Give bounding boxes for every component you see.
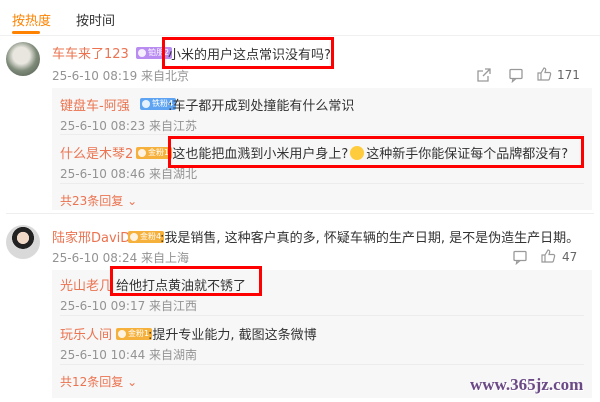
tab-time[interactable]: 按时间 <box>76 10 115 29</box>
comment-icon[interactable] <box>512 249 528 265</box>
reply-meta: 25-6-10 08:46 来自湖北 <box>60 167 198 181</box>
reply-meta: 25-6-10 09:17 来自江西 <box>60 299 198 313</box>
tab-hot[interactable]: 按热度 <box>12 10 51 29</box>
highlight-box <box>162 37 334 69</box>
reply-text: :提升专业能力, 截图这条微博 <box>148 328 317 343</box>
fan-badge: 金粉1 <box>136 147 173 159</box>
tabs-divider <box>0 35 600 36</box>
chevron-down-icon: ⌄ <box>127 375 138 389</box>
highlight-box <box>168 136 584 168</box>
share-icon[interactable] <box>476 67 492 83</box>
comment-text: :我是销售, 这种客户真的多, 怀疑车辆的生产日期, 是不是伪造生产日期。 <box>160 231 580 246</box>
comment-author[interactable]: 陆家邢DaviD <box>52 227 130 246</box>
reply-meta: 25-6-10 10:44 来自湖南 <box>60 348 198 362</box>
comment-meta: 25-6-10 08:24 来自上海 <box>52 251 190 265</box>
expand-replies-link[interactable]: 共23条回复 ⌄ <box>60 192 137 209</box>
avatar[interactable] <box>6 42 40 76</box>
comment-meta: 25-6-10 08:19 来自北京 <box>52 69 190 83</box>
reply-separator <box>60 315 584 316</box>
reply-author[interactable]: 键盘车-阿强 <box>60 95 130 114</box>
highlight-box <box>110 266 262 296</box>
like-icon[interactable] <box>540 248 556 264</box>
reply-meta: 25-6-10 08:23 来自江苏 <box>60 119 198 133</box>
like-count: 171 <box>557 68 580 82</box>
fan-badge: 金粉1 <box>116 328 153 340</box>
comment-icon[interactable] <box>508 67 524 83</box>
active-tab-underline <box>12 31 40 34</box>
sort-tabs: 按热度 按时间 <box>0 0 600 36</box>
avatar[interactable] <box>6 225 40 259</box>
comment-author[interactable]: 车车来了123 <box>52 43 129 62</box>
reply-separator <box>60 134 584 135</box>
reply-separator <box>60 364 584 365</box>
like-icon[interactable] <box>536 66 552 82</box>
expand-replies-link[interactable]: 共12条回复 ⌄ <box>60 373 137 390</box>
reply-author[interactable]: 光山老几 <box>60 275 112 294</box>
reply-separator <box>60 183 584 184</box>
reply-author[interactable]: 玩乐人间 <box>60 324 112 343</box>
watermark: www.365jz.com <box>470 375 584 394</box>
fan-badge: 金粉4 <box>128 231 165 243</box>
chevron-down-icon: ⌄ <box>127 194 138 208</box>
like-count: 47 <box>562 250 578 264</box>
thread-divider <box>6 213 594 214</box>
reply-author[interactable]: 什么是木琴2 <box>60 143 133 162</box>
reply-text: :车子都开成到处撞能有什么常识 <box>168 99 355 114</box>
